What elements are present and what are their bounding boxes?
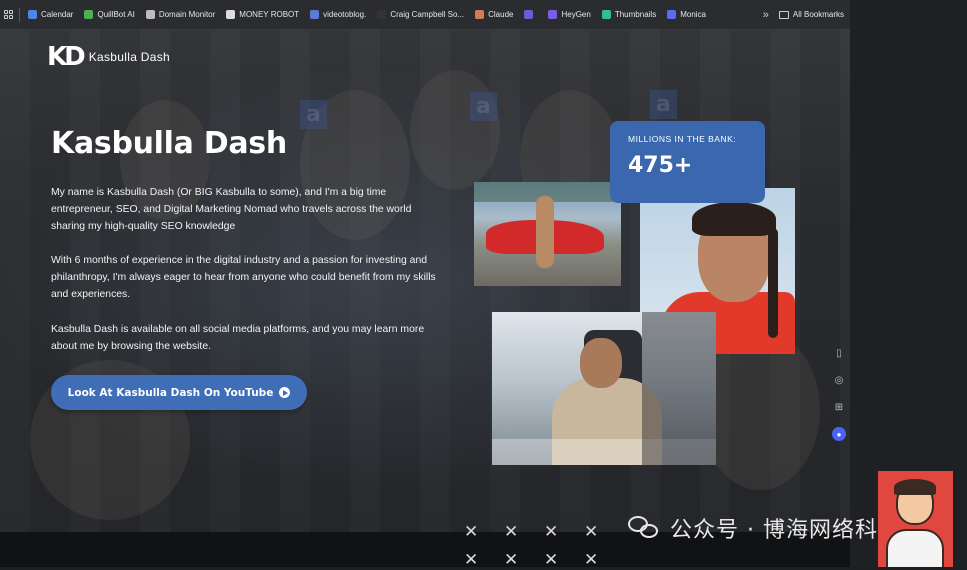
x-mark-icon: ✕ <box>464 522 479 542</box>
youtube-cta-button[interactable]: Look At Kasbulla Dash On YouTube <box>51 375 307 410</box>
target-icon[interactable]: ◎ <box>832 373 846 387</box>
folder-icon <box>778 10 789 19</box>
bookmark-label: Domain Monitor <box>158 10 216 19</box>
apps-grid-icon[interactable] <box>4 10 13 19</box>
logo-text: Kasbulla Dash <box>88 50 171 64</box>
background-banner: a <box>650 90 677 119</box>
x-mark-icon: ✕ <box>584 522 599 542</box>
stat-value: 475+ <box>628 153 693 178</box>
bookmark-label: Calendar <box>41 10 74 19</box>
watermark-text: 公众号 · 博海网络科技 <box>670 518 901 543</box>
all-bookmarks-label: All Bookmarks <box>792 10 844 19</box>
wechat-watermark: 公众号 · 博海网络科技 <box>628 512 901 544</box>
bookmark-label: MONEY ROBOT <box>239 10 300 19</box>
bookmark-label: QuillBot AI <box>97 10 135 19</box>
more-bookmarks-button[interactable]: » <box>763 9 769 21</box>
bookmark-item[interactable]: videotoblog. <box>310 10 366 19</box>
calendar-icon <box>28 10 37 19</box>
logo-mark: KD <box>47 42 86 72</box>
bookmark-label: Claude <box>488 10 514 19</box>
x-mark-icon: ✕ <box>504 522 519 542</box>
bookmark-item[interactable]: QuillBot AI <box>84 10 135 19</box>
heygen-icon <box>548 10 558 19</box>
car-photo <box>474 182 621 286</box>
x-mark-icon: ✕ <box>544 522 559 542</box>
bookmark-label: videotoblog. <box>323 10 367 19</box>
page-title: Kasbulla Dash <box>51 126 287 161</box>
bookmark-item[interactable]: Claude <box>475 10 513 19</box>
monica-icon <box>667 10 677 19</box>
craig-icon <box>377 10 387 19</box>
background-crowd <box>700 330 820 490</box>
x-mark-icon: ✕ <box>584 550 599 570</box>
reading-list-icon[interactable]: ▯ <box>832 346 846 360</box>
s-app-icon <box>524 10 534 19</box>
bookmark-item[interactable]: Domain Monitor <box>145 10 216 19</box>
robot-icon <box>226 10 236 19</box>
social-paragraph: Kasbulla Dash is available on all social… <box>51 324 425 352</box>
claude-icon <box>475 10 485 19</box>
x-mark-icon: ✕ <box>504 550 519 570</box>
office-photo <box>492 312 716 465</box>
bookmark-item[interactable] <box>524 10 537 19</box>
bookmark-label: HeyGen <box>561 10 591 19</box>
bookmarks-separator <box>19 7 20 22</box>
bookmark-label: Monica <box>680 10 706 19</box>
hero-section: a a a KD Kasbulla Dash Kasbulla Dash My … <box>0 30 850 532</box>
bookmark-item[interactable]: Monica <box>667 10 706 19</box>
x-mark-icon: ✕ <box>544 550 559 570</box>
background-crowd <box>410 70 500 190</box>
videotoblog-icon <box>310 10 320 19</box>
quillbot-icon <box>84 10 94 19</box>
side-toolbar: ▯ ◎ ⊞ ● <box>826 346 852 441</box>
cartoon-avatar <box>878 471 953 567</box>
bookmark-item[interactable]: HeyGen <box>548 10 591 19</box>
bookmarks-bar: Calendar QuillBot AI Domain Monitor MONEY R… <box>0 0 850 30</box>
x-mark-icon: ✕ <box>464 550 479 570</box>
bookmark-item[interactable]: Thumbnails <box>601 10 657 19</box>
bookmark-label: Thumbnails <box>614 10 657 19</box>
monica-icon[interactable]: ● <box>832 427 846 441</box>
experience-paragraph: With 6 months of experience in the digit… <box>51 255 436 300</box>
bookmark-label: Craig Campbell So... <box>390 10 465 19</box>
thumbnails-icon <box>601 10 611 19</box>
background-banner: a <box>470 92 497 121</box>
play-icon <box>279 387 291 398</box>
bank-stat-card: MILLIONS IN THE BANK: 475+ <box>610 121 765 203</box>
decorative-x-pattern: ✕ ✕ ✕ ✕ ✕ ✕ ✕ ✕ <box>464 522 624 570</box>
site-logo[interactable]: KD Kasbulla Dash <box>47 42 170 72</box>
bookmark-list: Calendar QuillBot AI Domain Monitor MONEY R… <box>28 10 717 19</box>
apps-icon[interactable]: ⊞ <box>832 400 846 414</box>
bookmark-item[interactable]: Craig Campbell So... <box>377 10 464 19</box>
wechat-icon <box>628 514 662 542</box>
background-banner: a <box>300 100 327 129</box>
intro-paragraph: My name is Kasbulla Dash (Or BIG Kasbull… <box>51 187 412 232</box>
globe-icon <box>145 10 155 19</box>
bookmark-item[interactable]: Calendar <box>28 10 73 19</box>
youtube-cta-label: Look At Kasbulla Dash On YouTube <box>67 386 274 399</box>
all-bookmarks-button[interactable]: All Bookmarks <box>778 10 844 19</box>
stat-label: MILLIONS IN THE BANK: <box>628 134 737 144</box>
bookmark-item[interactable]: MONEY ROBOT <box>226 10 299 19</box>
